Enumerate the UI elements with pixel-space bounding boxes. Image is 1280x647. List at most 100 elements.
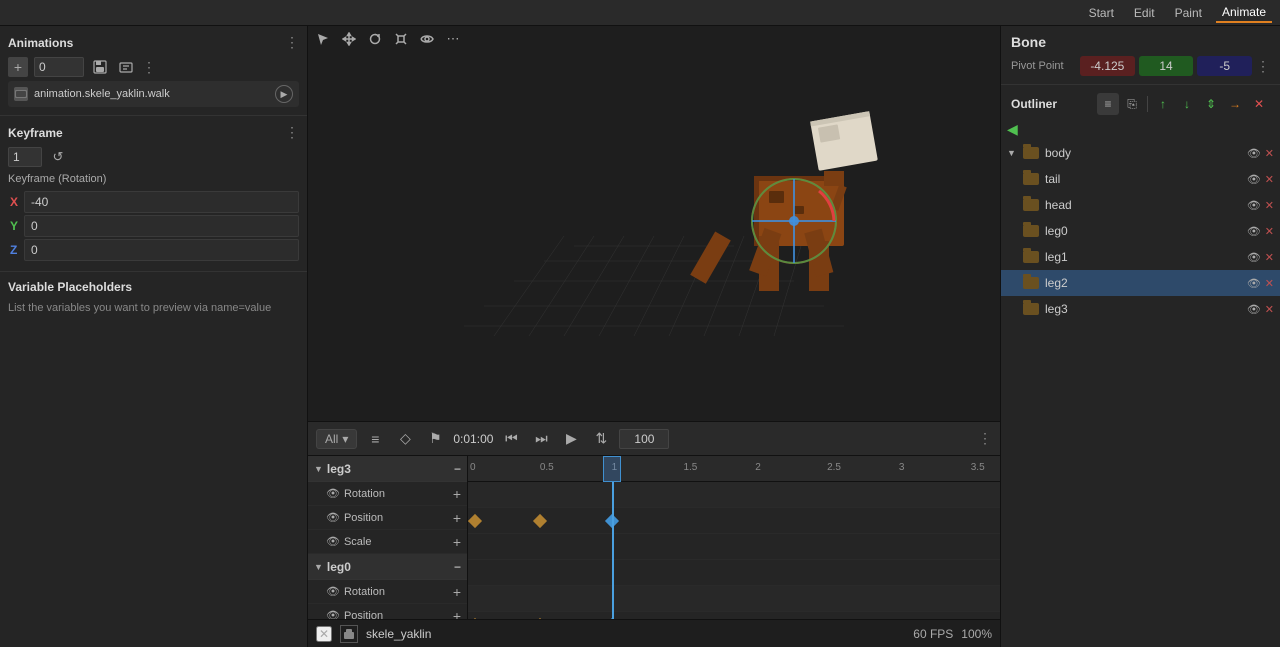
leg0-close-icon[interactable]: ✕ xyxy=(1265,225,1274,238)
export-animation-button[interactable] xyxy=(116,57,136,77)
pivot-x-input[interactable] xyxy=(1080,56,1135,76)
leg3-rotation-add[interactable]: + xyxy=(453,486,461,502)
timeline-filter-button[interactable]: All ▾ xyxy=(316,429,357,449)
kf-leg3-rot-0[interactable] xyxy=(468,514,482,528)
leg0-eye-icon[interactable]: 👁 xyxy=(1247,225,1261,238)
ol-item-leg0[interactable]: leg0 👁 ✕ xyxy=(1001,218,1280,244)
tail-close-icon[interactable]: ✕ xyxy=(1265,173,1274,186)
next-frame-button[interactable]: ⏭ xyxy=(529,427,553,451)
body-name: body xyxy=(1045,146,1243,160)
timeline-flag-button[interactable]: ⚑ xyxy=(423,427,447,451)
animation-entry[interactable]: animation.skele_yaklin.walk ▶ xyxy=(8,81,299,107)
leg2-folder-icon xyxy=(1023,277,1039,289)
leg1-eye-icon[interactable]: 👁 xyxy=(1247,251,1261,264)
animations-menu-dots[interactable]: ⋮ xyxy=(285,34,299,51)
prev-frame-button[interactable]: ⏮ xyxy=(499,427,523,451)
timeline-keyframes-area xyxy=(468,482,1000,619)
anim-row-dots[interactable]: ⋮ xyxy=(142,59,156,76)
play-button[interactable]: ▶ xyxy=(559,427,583,451)
pivot-more-button[interactable]: ⋮ xyxy=(1256,58,1270,75)
ruler-3-5: 3.5 xyxy=(971,462,985,473)
leg0-chevron: ▼ xyxy=(314,562,323,572)
ol-item-body[interactable]: ▼ body 👁 ✕ xyxy=(1001,140,1280,166)
leg3-position-add[interactable]: + xyxy=(453,510,461,526)
eye-icon-leg3-position[interactable]: 👁 xyxy=(326,511,340,524)
timeline-dots[interactable]: ⋮ xyxy=(978,430,992,447)
playhead xyxy=(612,482,614,619)
leg2-eye-icon[interactable]: 👁 xyxy=(1247,277,1261,290)
body-close-icon[interactable]: ✕ xyxy=(1265,147,1274,160)
kf-leg0-rot-0[interactable] xyxy=(468,618,482,619)
track-group-leg0[interactable]: ▼ leg0 − xyxy=(308,554,467,580)
pivot-label: Pivot Point xyxy=(1011,60,1076,72)
ruler-3: 3 xyxy=(899,462,905,473)
ol-add-bone-button[interactable]: ↑ xyxy=(1152,93,1174,115)
frame-input[interactable] xyxy=(34,57,84,77)
leg3-minus[interactable]: − xyxy=(454,462,461,476)
menu-start[interactable]: Start xyxy=(1083,4,1120,22)
frame-count-input[interactable] xyxy=(619,429,669,449)
save-animation-button[interactable] xyxy=(90,57,110,77)
leg3-close-icon[interactable]: ✕ xyxy=(1265,303,1274,316)
outliner-header: Outliner ≡ ⎘ ↑ ↓ ⇕ → ✕ xyxy=(1001,85,1280,119)
ol-item-head[interactable]: head 👁 ✕ xyxy=(1001,192,1280,218)
keyframe-menu-dots[interactable]: ⋮ xyxy=(285,124,299,141)
current-time: 0:01:00 xyxy=(453,432,493,446)
tl-row-leg0-rotation xyxy=(468,612,1000,619)
green-arrow-icon: ◀ xyxy=(1007,121,1018,137)
leg3-scale-add[interactable]: + xyxy=(453,534,461,550)
ol-arrow-button[interactable]: → xyxy=(1224,93,1246,115)
play-animation-button[interactable]: ▶ xyxy=(275,85,293,103)
ol-add-child-button[interactable]: ↓ xyxy=(1176,93,1198,115)
leg0-position-add[interactable]: + xyxy=(453,608,461,620)
leg2-close-icon[interactable]: ✕ xyxy=(1265,277,1274,290)
head-eye-icon[interactable]: 👁 xyxy=(1247,199,1261,212)
close-button[interactable]: ✕ xyxy=(316,626,332,642)
leg3-eye-icon[interactable]: 👁 xyxy=(1247,303,1261,316)
ol-copy-button[interactable]: ⎘ xyxy=(1121,93,1143,115)
ol-item-tail[interactable]: tail 👁 ✕ xyxy=(1001,166,1280,192)
leg0-name: leg0 xyxy=(327,560,450,574)
eye-icon-leg0-rotation[interactable]: 👁 xyxy=(326,585,340,598)
ol-arrow-indicator: ◀ xyxy=(1001,119,1280,140)
keyframe-reset-button[interactable]: ↺ xyxy=(48,147,68,167)
leg0-minus[interactable]: − xyxy=(454,560,461,574)
menu-paint[interactable]: Paint xyxy=(1169,4,1208,22)
kf-leg0-rot-1[interactable] xyxy=(533,618,547,619)
head-close-icon[interactable]: ✕ xyxy=(1265,199,1274,212)
ruler-1-5: 1.5 xyxy=(683,462,697,473)
add-animation-button[interactable]: + xyxy=(8,57,28,77)
ol-item-leg1[interactable]: leg1 👁 ✕ xyxy=(1001,244,1280,270)
ol-item-leg3[interactable]: leg3 👁 ✕ xyxy=(1001,296,1280,322)
leg1-close-icon[interactable]: ✕ xyxy=(1265,251,1274,264)
menu-edit[interactable]: Edit xyxy=(1128,4,1161,22)
shuffle-button[interactable]: ⇅ xyxy=(589,427,613,451)
body-eye-icon[interactable]: 👁 xyxy=(1247,147,1261,160)
z-rotation-input[interactable] xyxy=(24,239,299,261)
eye-icon-leg3-scale[interactable]: 👁 xyxy=(326,535,340,548)
leg0-rotation-add[interactable]: + xyxy=(453,584,461,600)
eye-icon-leg0-position[interactable]: 👁 xyxy=(326,609,340,619)
timeline-key-button[interactable]: ◇ xyxy=(393,427,417,451)
x-rotation-input[interactable] xyxy=(24,191,299,213)
pivot-z-input[interactable] xyxy=(1197,56,1252,76)
eye-icon-leg3-rotation[interactable]: 👁 xyxy=(326,487,340,500)
ol-delete-button[interactable]: ✕ xyxy=(1248,93,1270,115)
keyframe-number-input[interactable] xyxy=(8,147,42,167)
y-rotation-input[interactable] xyxy=(24,215,299,237)
tail-folder-icon xyxy=(1023,173,1039,185)
tail-eye-icon[interactable]: 👁 xyxy=(1247,173,1261,186)
ol-add-sibling-button[interactable]: ⇕ xyxy=(1200,93,1222,115)
kf-leg3-rot-1[interactable] xyxy=(533,514,547,528)
ol-item-leg2[interactable]: leg2 👁 ✕ xyxy=(1001,270,1280,296)
menu-animate[interactable]: Animate xyxy=(1216,3,1272,23)
timeline-list-button[interactable]: ≡ xyxy=(363,427,387,451)
pivot-y-input[interactable] xyxy=(1139,56,1194,76)
animations-header: Animations ⋮ xyxy=(8,34,299,51)
leg3-name: leg3 xyxy=(1045,302,1243,316)
track-group-leg3[interactable]: ▼ leg3 − xyxy=(308,456,467,482)
viewport[interactable]: ⋯ xyxy=(308,26,1000,421)
ol-list-view-button[interactable]: ≡ xyxy=(1097,93,1119,115)
leg3-name: leg3 xyxy=(327,462,450,476)
right-panel: Bone Pivot Point ⋮ Outliner ≡ ⎘ ↑ ↓ ⇕ xyxy=(1000,26,1280,647)
